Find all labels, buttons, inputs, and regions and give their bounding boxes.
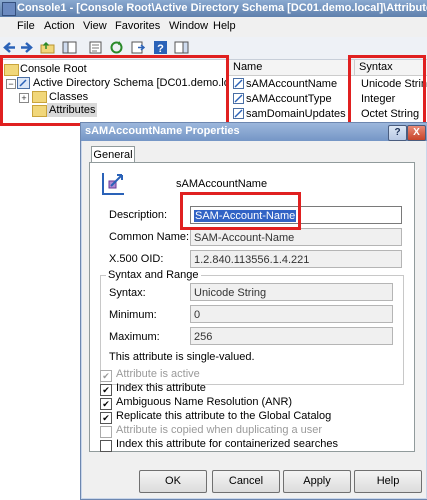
show-hide-tree-icon[interactable] [62, 40, 77, 55]
menu-help[interactable]: Help [213, 20, 236, 32]
tab-general[interactable]: General [91, 146, 135, 163]
syntax-range-heading: Syntax and Range [106, 269, 201, 281]
dialog-title: sAMAccountName Properties [85, 125, 240, 137]
svg-text:?: ? [157, 43, 164, 55]
minimum-field: 0 [190, 305, 393, 323]
containerized-search-checkbox[interactable] [100, 440, 112, 452]
console-app-icon [2, 2, 16, 16]
refresh-icon[interactable] [109, 40, 124, 55]
menu-file[interactable]: File [17, 20, 35, 32]
menu-favorites[interactable]: Favorites [115, 20, 160, 32]
ok-button[interactable]: OK [139, 470, 207, 493]
attribute-icon [233, 78, 244, 89]
minimum-label: Minimum: [109, 309, 157, 321]
help-button[interactable]: Help [354, 470, 422, 493]
attribute-icon [233, 93, 244, 104]
attribute-active-checkbox[interactable]: ✔ [100, 370, 112, 382]
list-item-name[interactable]: sAMAccountType [246, 92, 332, 106]
copy-on-duplicate-checkbox[interactable] [100, 426, 112, 438]
console-title-bar: Console1 - [Console Root\Active Director… [0, 0, 427, 17]
replicate-gc-checkbox[interactable]: ✔ [100, 412, 112, 424]
attribute-icon [102, 173, 124, 195]
back-icon[interactable] [2, 40, 17, 55]
dialog-title-bar: sAMAccountName Properties ? X [81, 123, 427, 141]
maximum-field: 256 [190, 327, 393, 345]
highlight-box-syntax [348, 55, 426, 126]
attribute-icon [233, 108, 244, 119]
common-name-label: Common Name: [109, 231, 190, 243]
export-list-icon[interactable] [130, 40, 145, 55]
forward-icon[interactable] [19, 40, 34, 55]
menu-bar: File Action View Favorites Window Help [0, 17, 427, 37]
copy-on-duplicate-label: Attribute is copied when duplicating a u… [116, 424, 323, 436]
syntax-field: Unicode String [190, 283, 393, 301]
anr-label: Ambiguous Name Resolution (ANR) [116, 396, 293, 408]
properties-icon[interactable] [88, 40, 103, 55]
show-action-pane-icon[interactable] [174, 40, 189, 55]
column-header-name[interactable]: Name [229, 60, 355, 76]
properties-dialog: sAMAccountName Properties ? X General sA… [80, 122, 427, 500]
maximum-label: Maximum: [109, 331, 160, 343]
highlight-box-tree [0, 55, 229, 126]
syntax-label: Syntax: [109, 287, 146, 299]
dialog-close-button[interactable]: X [407, 125, 426, 141]
list-item-name[interactable]: samDomainUpdates [246, 107, 346, 121]
dialog-help-button[interactable]: ? [388, 125, 407, 141]
attribute-header-name: sAMAccountName [176, 178, 268, 190]
attribute-active-label: Attribute is active [116, 368, 200, 380]
cancel-button[interactable]: Cancel [212, 470, 280, 493]
up-folder-icon[interactable] [40, 40, 55, 55]
index-attribute-label: Index this attribute [116, 382, 206, 394]
description-label: Description: [109, 209, 168, 221]
menu-view[interactable]: View [83, 20, 107, 32]
index-attribute-checkbox[interactable]: ✔ [100, 384, 112, 396]
common-name-field: SAM-Account-Name [190, 228, 402, 246]
apply-button[interactable]: Apply [283, 470, 351, 493]
list-item-name[interactable]: sAMAccountName [246, 77, 337, 91]
containerized-search-label: Index this attribute for containerized s… [116, 438, 338, 450]
help-icon[interactable]: ? [153, 40, 168, 55]
window-title: Console1 - [Console Root\Active Director… [17, 2, 427, 14]
oid-field: 1.2.840.113556.1.4.221 [190, 250, 402, 268]
replicate-gc-label: Replicate this attribute to the Global C… [116, 410, 332, 422]
single-valued-note: This attribute is single-valued. [109, 351, 255, 363]
anr-checkbox[interactable]: ✔ [100, 398, 112, 410]
oid-label: X.500 OID: [109, 253, 164, 265]
menu-window[interactable]: Window [169, 20, 208, 32]
highlight-box-description [180, 192, 301, 230]
menu-action[interactable]: Action [44, 20, 75, 32]
